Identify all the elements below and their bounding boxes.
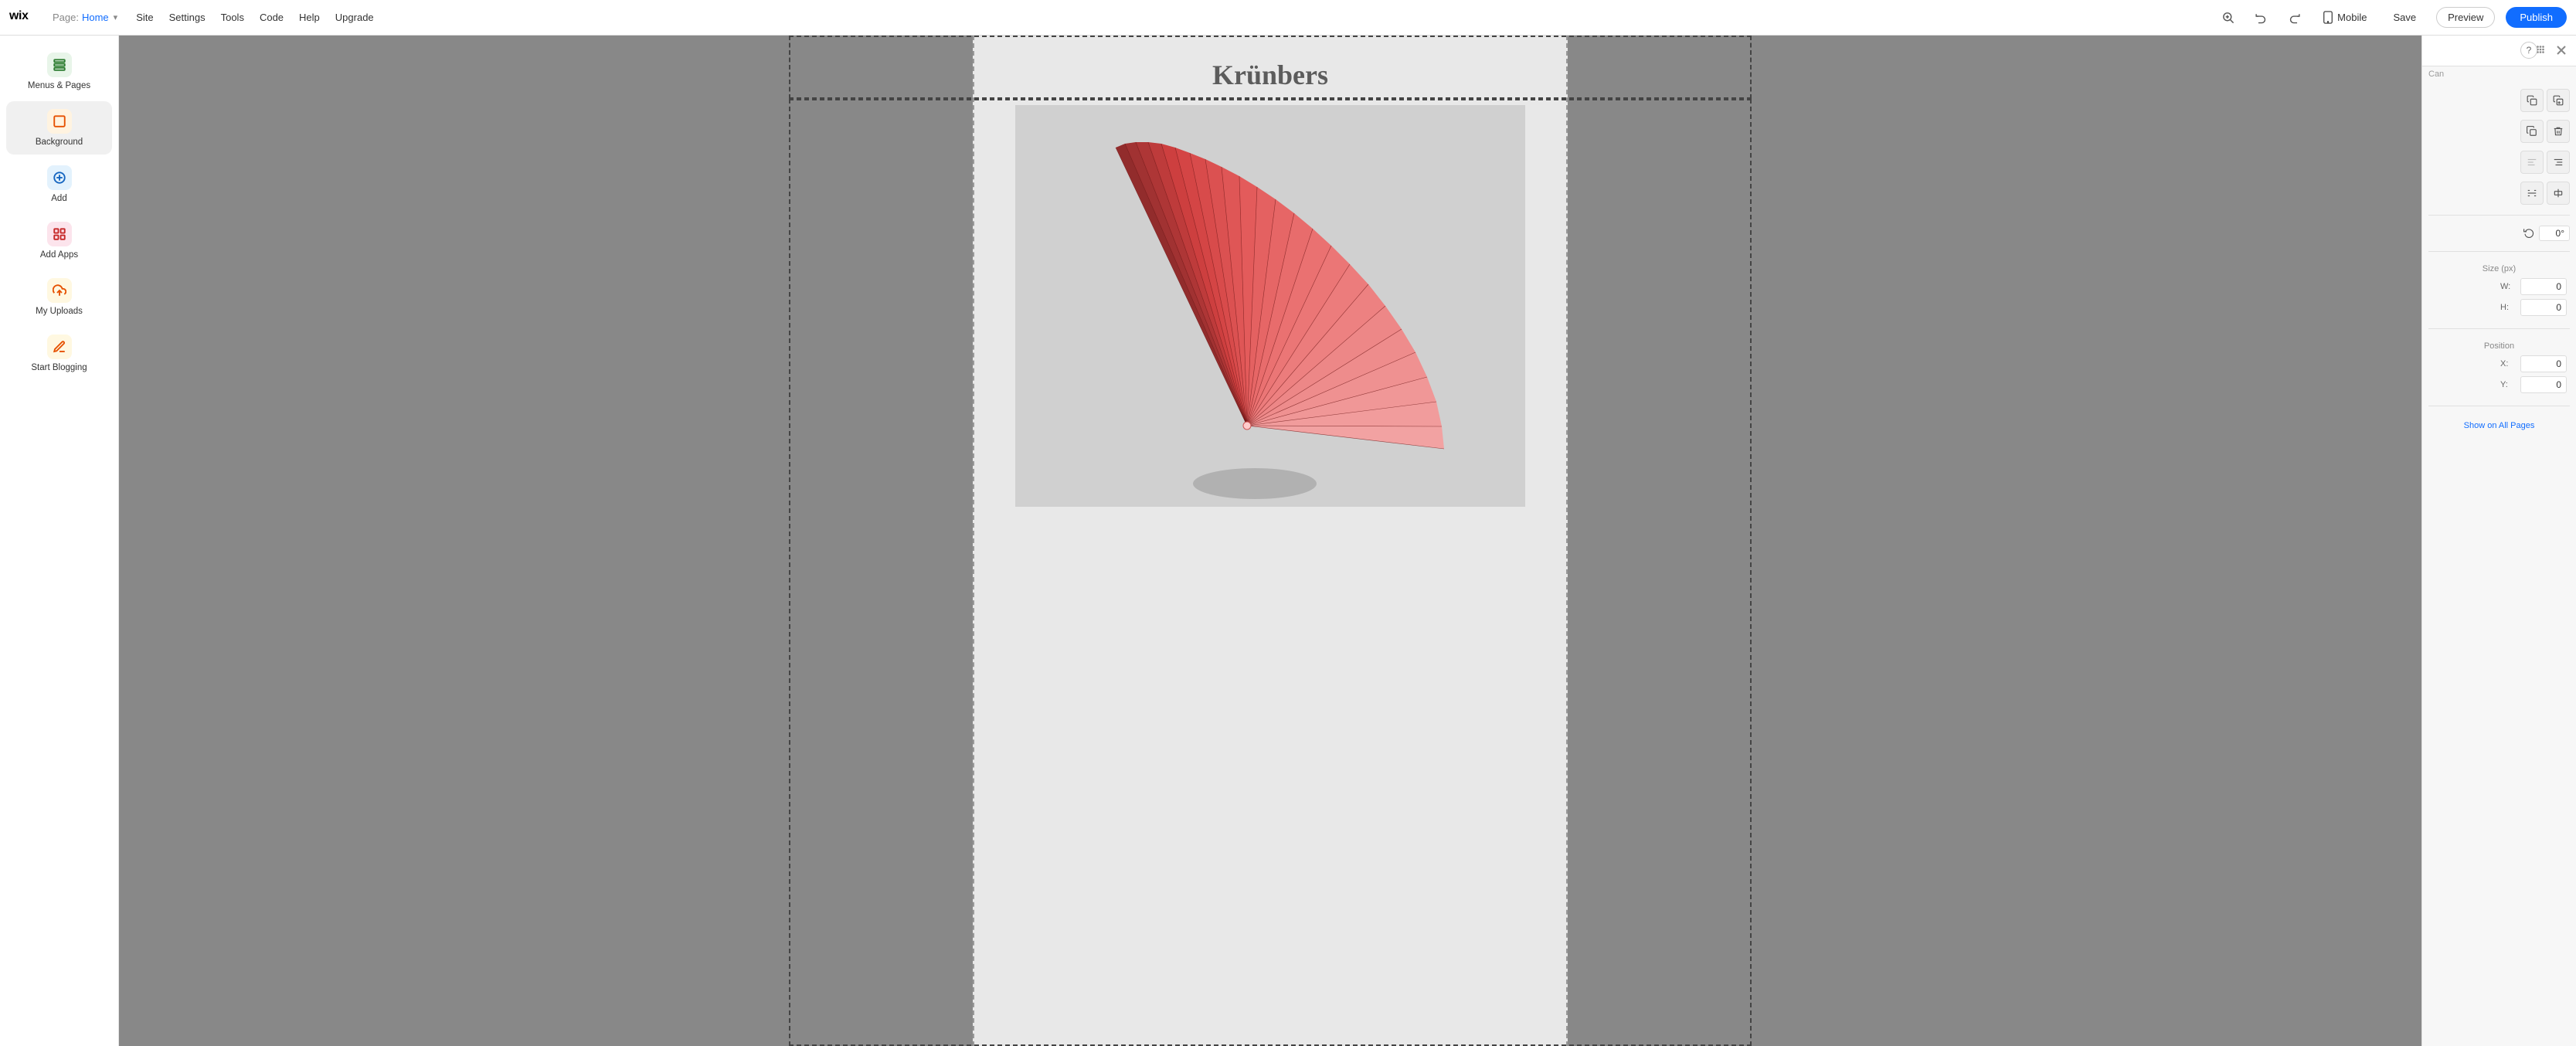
divider-1 — [2428, 215, 2570, 216]
action-row-4 — [2428, 179, 2570, 207]
y-label: Y: — [2500, 380, 2514, 389]
divider-3 — [2428, 328, 2570, 329]
position-label: Position — [2432, 341, 2567, 351]
menus-pages-icon — [47, 53, 72, 77]
wix-logo: wix — [9, 8, 39, 28]
add-icon — [47, 165, 72, 190]
svg-text:wix: wix — [9, 8, 29, 22]
page-label: Page: — [53, 12, 79, 23]
size-fields: W: H: — [2432, 278, 2567, 316]
preview-button[interactable]: Preview — [2436, 7, 2495, 28]
add-apps-label: Add Apps — [40, 250, 78, 260]
y-field-row: Y: — [2432, 376, 2567, 393]
nav-upgrade[interactable]: Upgrade — [335, 12, 374, 23]
center-icon[interactable] — [2547, 182, 2570, 205]
menus-pages-label: Menus & Pages — [28, 81, 90, 90]
add-label: Add — [51, 194, 66, 203]
nav-site[interactable]: Site — [136, 12, 153, 23]
redo-button[interactable] — [2283, 8, 2306, 27]
mobile-button[interactable]: Mobile — [2316, 8, 2373, 27]
right-panel-body: Size (px) W: H: Position — [2422, 79, 2576, 1046]
my-uploads-label: My Uploads — [36, 307, 83, 316]
size-label: Size (px) — [2432, 264, 2567, 273]
action-row-3 — [2428, 148, 2570, 176]
delete-icon[interactable] — [2547, 120, 2570, 143]
zoom-button[interactable] — [2217, 8, 2239, 27]
action-row-1 — [2428, 87, 2570, 114]
distribute-icon[interactable] — [2520, 182, 2544, 205]
help-icon[interactable]: ? — [2520, 42, 2537, 59]
nav-settings[interactable]: Settings — [169, 12, 206, 23]
publish-button[interactable]: Publish — [2506, 7, 2567, 28]
sidebar-item-start-blogging[interactable]: Start Blogging — [6, 327, 112, 380]
fan-image — [1015, 105, 1525, 507]
x-label: X: — [2500, 359, 2514, 368]
main-layout: Menus & Pages Background Add — [0, 36, 2576, 1046]
duplicate-icon[interactable] — [2520, 120, 2544, 143]
page-name: Home — [82, 12, 109, 23]
topbar: wix Page: Home ▾ Site Settings Tools Cod… — [0, 0, 2576, 36]
position-fields: X: Y: — [2432, 355, 2567, 393]
start-blogging-label: Start Blogging — [31, 363, 87, 372]
my-uploads-icon — [47, 278, 72, 303]
right-panel: ? Can — [2421, 36, 2576, 1046]
show-all-pages-button[interactable]: Show on All Pages — [2428, 414, 2570, 437]
right-panel-header: ? — [2422, 36, 2576, 66]
position-section: Position X: Y: — [2428, 337, 2570, 398]
divider-2 — [2428, 251, 2570, 252]
rotate-input[interactable] — [2539, 226, 2570, 241]
rotate-row — [2428, 223, 2570, 243]
nav-code[interactable]: Code — [260, 12, 284, 23]
mobile-label: Mobile — [2337, 12, 2367, 23]
copy-style-icon[interactable] — [2520, 89, 2544, 112]
paste-style-icon[interactable] — [2547, 89, 2570, 112]
nav-tools[interactable]: Tools — [221, 12, 244, 23]
sidebar-item-menus-pages[interactable]: Menus & Pages — [6, 45, 112, 98]
sidebar-item-my-uploads[interactable]: My Uploads — [6, 270, 112, 324]
height-input[interactable] — [2520, 299, 2567, 316]
height-field-row: H: — [2432, 299, 2567, 316]
sidebar-item-add[interactable]: Add — [6, 158, 112, 211]
rotate-icon — [2523, 227, 2534, 240]
canvas-background: Krünbers Manufacturing Chill Pill — [119, 36, 2421, 1046]
start-blogging-icon — [47, 335, 72, 359]
undo-button[interactable] — [2250, 8, 2272, 27]
page-indicator[interactable]: Page: Home ▾ — [53, 12, 117, 23]
size-section: Size (px) W: H: — [2428, 260, 2570, 321]
chevron-down-icon: ▾ — [114, 12, 118, 22]
panel-close-button[interactable] — [2554, 42, 2568, 59]
top-nav: Site Settings Tools Code Help Upgrade — [136, 12, 373, 23]
action-row-2 — [2428, 117, 2570, 145]
background-label: Background — [36, 138, 83, 147]
width-field-row: W: — [2432, 278, 2567, 295]
page-frame: Krünbers Manufacturing Chill Pill — [973, 36, 1568, 1046]
width-input[interactable] — [2520, 278, 2567, 295]
brand-text: Krünbers — [1212, 59, 1328, 91]
canvas-area[interactable]: Krünbers Manufacturing Chill Pill — [119, 36, 2421, 1046]
align-left-icon[interactable] — [2520, 151, 2544, 174]
x-field-row: X: — [2432, 355, 2567, 372]
sidebar-item-add-apps[interactable]: Add Apps — [6, 214, 112, 267]
background-icon — [47, 109, 72, 134]
top-right-actions: Mobile Save Preview Publish — [2217, 7, 2567, 28]
save-button[interactable]: Save — [2384, 8, 2425, 27]
add-apps-icon — [47, 222, 72, 246]
height-label: H: — [2500, 303, 2514, 312]
x-input[interactable] — [2520, 355, 2567, 372]
y-input[interactable] — [2520, 376, 2567, 393]
sidebar-item-background[interactable]: Background — [6, 101, 112, 155]
nav-help[interactable]: Help — [299, 12, 320, 23]
sidebar: Menus & Pages Background Add — [0, 36, 119, 1046]
align-right-icon[interactable] — [2547, 151, 2570, 174]
width-label: W: — [2500, 282, 2514, 291]
panel-title: Can — [2422, 66, 2576, 79]
